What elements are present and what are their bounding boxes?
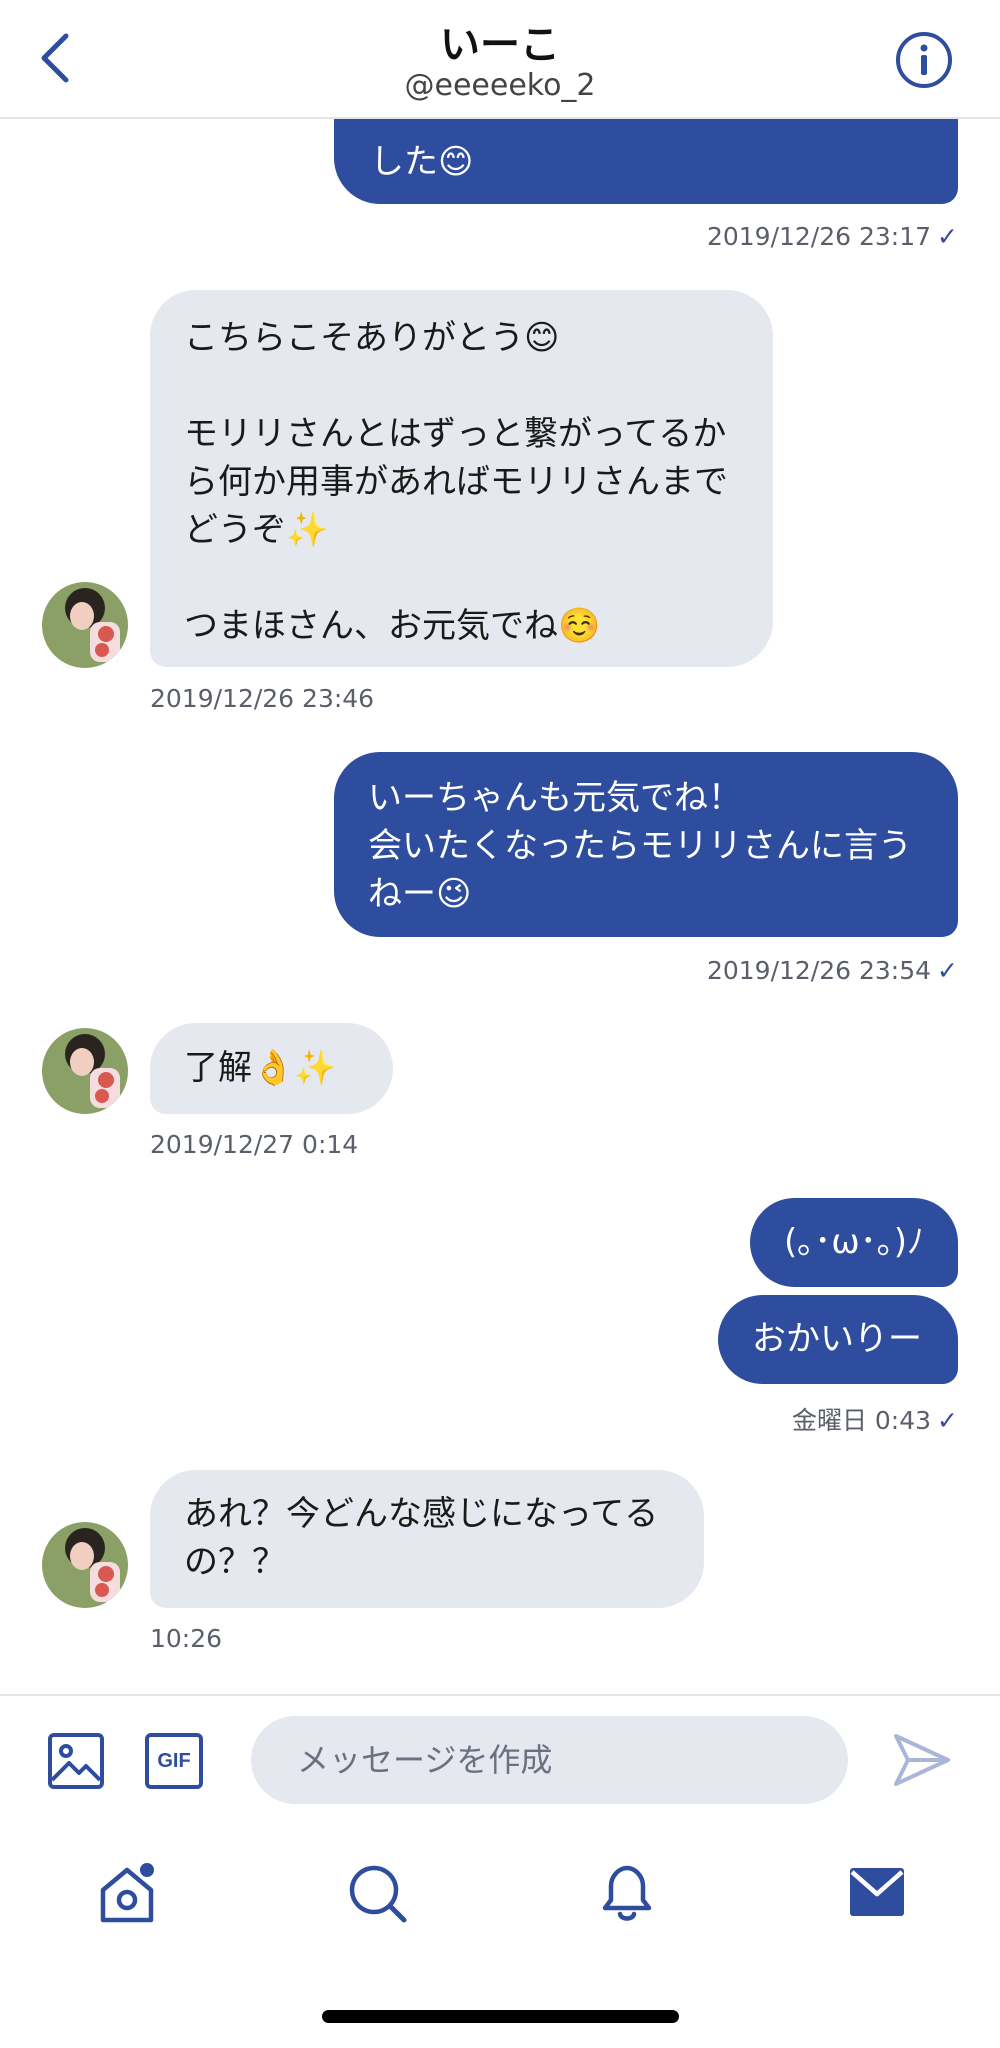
info-button[interactable]: [894, 30, 954, 90]
conversation-header: いーこ @eeeeeko_2: [0, 0, 1000, 117]
message-bubble-outgoing[interactable]: いーちゃんも元気でね！ 会いたくなったらモリリさんに言うねー😉: [334, 752, 958, 937]
tab-messages[interactable]: [848, 1866, 906, 1918]
read-receipt-icon: ✓: [937, 222, 958, 251]
message-input[interactable]: [251, 1716, 848, 1804]
home-indicator: [322, 2010, 679, 2023]
tab-notifications[interactable]: [595, 1860, 659, 1926]
gif-button[interactable]: GIF: [144, 1732, 204, 1790]
avatar[interactable]: [42, 1028, 128, 1114]
image-icon: [48, 1733, 104, 1789]
conversation-handle: @eeeeeko_2: [404, 68, 596, 103]
message-timestamp: 10:26: [150, 1624, 223, 1653]
message-bubble-incoming[interactable]: 了解👌✨: [150, 1023, 393, 1114]
attach-image-button[interactable]: [47, 1732, 105, 1790]
message-bubble-incoming[interactable]: こちらこそありがとう😊 モリリさんとはずっと繋がってるから何か用事があればモリリ…: [150, 290, 773, 667]
message-timestamp: 金曜日 0:43 ✓: [791, 1406, 958, 1435]
composer-divider: [0, 1694, 1000, 1696]
avatar[interactable]: [42, 582, 128, 668]
send-button[interactable]: [892, 1732, 952, 1788]
read-receipt-icon: ✓: [937, 956, 958, 985]
conversation-title: いーこ: [440, 22, 560, 68]
avatar-image: [42, 582, 128, 668]
send-icon: [894, 1734, 950, 1786]
search-icon: [349, 1865, 407, 1923]
bell-icon: [602, 1865, 652, 1921]
message-bubble-incoming[interactable]: あれ？今どんな感じになってるの？？: [150, 1470, 704, 1608]
mail-icon: [850, 1868, 904, 1916]
info-circle-icon: [896, 32, 952, 88]
home-icon: [100, 1863, 154, 1923]
message-timestamp: 2019/12/26 23:17 ✓: [706, 222, 958, 251]
read-receipt-icon: ✓: [937, 1406, 958, 1435]
tab-home[interactable]: [95, 1862, 159, 1926]
message-timestamp: 2019/12/27 0:14: [150, 1130, 359, 1159]
avatar[interactable]: [42, 1522, 128, 1608]
tab-search[interactable]: [346, 1862, 410, 1926]
message-timestamp: 2019/12/26 23:54 ✓: [706, 956, 958, 985]
gif-label: GIF: [157, 1750, 191, 1772]
avatar-image: [42, 1522, 128, 1608]
message-timestamp: 2019/12/26 23:46: [150, 684, 375, 713]
avatar-image: [42, 1028, 128, 1114]
message-bubble-outgoing[interactable]: おかいりー: [718, 1295, 958, 1384]
message-bubble-outgoing[interactable]: (｡･ω･｡)ﾉ: [750, 1198, 958, 1287]
header-divider: [0, 117, 1000, 119]
